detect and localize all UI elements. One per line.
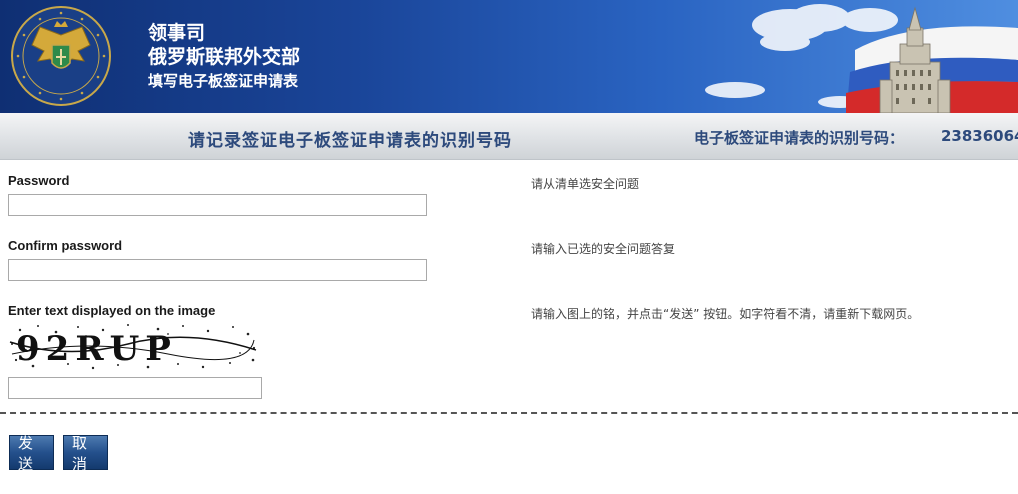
- captcha-image: 92RUP: [8, 320, 258, 372]
- flag-and-building-illustration: [705, 4, 1018, 113]
- password-label: Password: [8, 173, 70, 188]
- captcha-hint: 请输入图上的铭，并点击“发送” 按钮。如字符看不清，请重新下载网页。: [531, 307, 920, 321]
- application-id-label: 电子板签证申请表的识别号码：: [694, 129, 905, 147]
- send-button[interactable]: 发送: [9, 434, 54, 473]
- title-strip: 请记录签证电子板签证申请表的识别号码 电子板签证申请表的识别号码： 238360…: [0, 113, 1018, 160]
- cancel-button[interactable]: 取消: [63, 434, 108, 473]
- confirm-password-input[interactable]: [8, 259, 427, 281]
- ministry-emblem-icon: [11, 6, 111, 106]
- page-title: 请记录签证电子板签证申请表的识别号码: [188, 131, 512, 151]
- captcha-label: Enter text displayed on the image: [8, 303, 216, 318]
- department-title: 领事司: [148, 22, 206, 44]
- confirm-password-label: Confirm password: [8, 238, 123, 253]
- form-title: 填写电子板签证申请表: [148, 72, 299, 90]
- confirm-password-hint: 请输入已选的安全问题答复: [531, 242, 676, 256]
- dashed-divider: [0, 412, 1018, 414]
- ministry-title: 俄罗斯联邦外交部: [148, 46, 301, 68]
- application-id-value: 23836064: [941, 127, 1018, 145]
- password-input[interactable]: [8, 194, 427, 216]
- captcha-input[interactable]: [8, 377, 262, 399]
- header-banner: 领事司 俄罗斯联邦外交部 填写电子板签证申请表: [0, 0, 1018, 113]
- password-hint: 请从清单选安全问题: [531, 177, 640, 191]
- banner-titles: 领事司 俄罗斯联邦外交部 填写电子板签证申请表: [148, 22, 300, 92]
